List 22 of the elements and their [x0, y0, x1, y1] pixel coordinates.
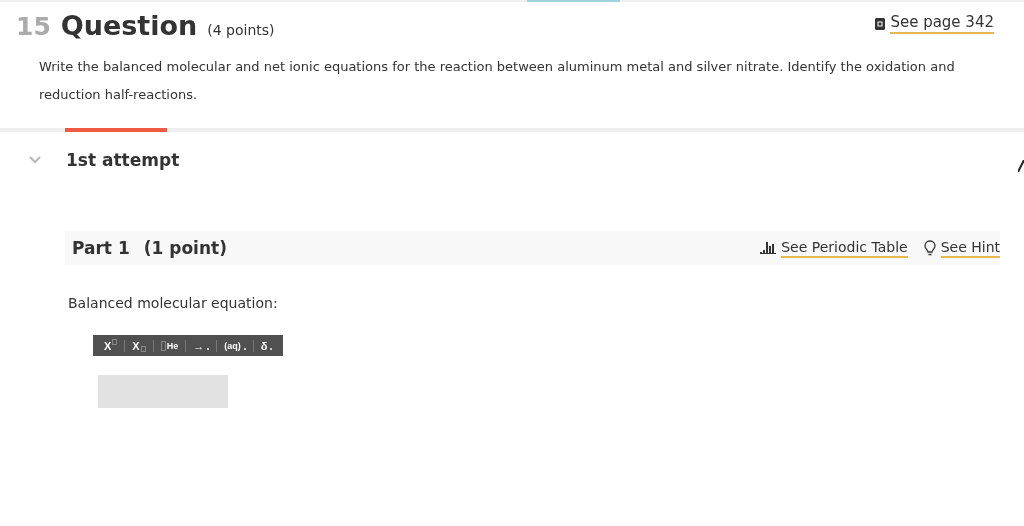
chevron-icon[interactable]: [29, 156, 41, 164]
arrow-button[interactable]: →: [186, 335, 217, 356]
answer-field[interactable]: [98, 375, 228, 408]
state-button[interactable]: (aq): [217, 335, 253, 356]
symbol-button[interactable]: δ: [253, 335, 280, 356]
subscript-button[interactable]: X: [125, 335, 153, 356]
periodic-table-link[interactable]: See Periodic Table: [781, 238, 908, 258]
question-points: (4 points): [207, 22, 275, 38]
question-number: 15: [16, 12, 51, 41]
lightbulb-icon: [923, 240, 936, 256]
pencil-icon[interactable]: [1018, 160, 1024, 172]
part-points: (1 point): [143, 238, 227, 258]
see-page-link[interactable]: See page 342: [890, 13, 994, 34]
attempt-heading[interactable]: 1st attempt: [66, 150, 180, 170]
superscript-button[interactable]: X: [97, 335, 125, 356]
part-title: Part 1: [72, 238, 130, 258]
answer-label: Balanced molecular equation:: [68, 295, 279, 311]
see-hint-link[interactable]: See Hint: [940, 238, 1000, 258]
bar-chart-icon: [760, 242, 777, 254]
isotope-button[interactable]: He: [153, 335, 186, 356]
question-prompt: Write the balanced molecular and net ionic equations for the reaction between aluminum metal and silver nitrate. Identify the oxidation and reduction half-reactions.: [39, 58, 956, 104]
question-title: Question: [60, 10, 198, 41]
